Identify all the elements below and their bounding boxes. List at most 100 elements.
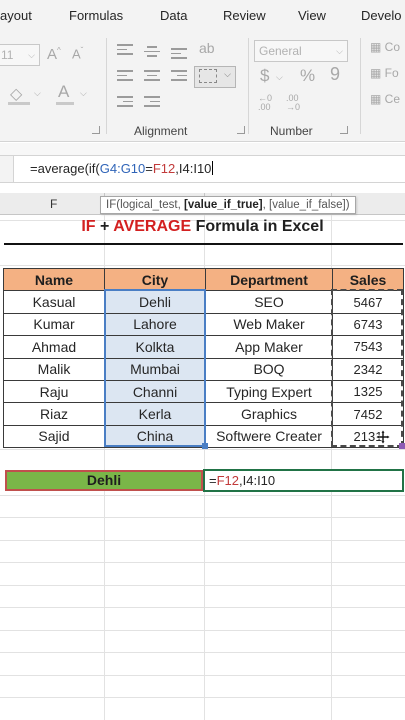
align-middle-icon[interactable] (144, 46, 160, 60)
spacer (0, 183, 405, 193)
criteria-cell[interactable]: Dehli (5, 470, 203, 491)
formula-bar[interactable]: =average(if(G4:G10=F12,I4:I10 (0, 155, 405, 183)
formula-criteria-ref: F12 (152, 161, 176, 176)
cell-styles-button[interactable]: ▦ Ce (370, 92, 400, 106)
formula-prefix: =average(if( (30, 161, 100, 176)
percent-format-button[interactable]: % (300, 66, 315, 86)
text-caret (212, 161, 214, 175)
increase-decimal-icon[interactable]: ←0.00 (258, 94, 272, 112)
font-color-icon[interactable]: A (58, 82, 69, 102)
header-name[interactable]: Name (3, 267, 105, 292)
conditional-formatting-button[interactable]: ▦ Co (370, 40, 400, 54)
comma-format-button[interactable]: 9 (330, 64, 340, 85)
header-city[interactable]: City (104, 267, 206, 292)
cell-name[interactable]: Sajid (3, 424, 105, 449)
number-format-value: General (259, 44, 302, 58)
group-separator (248, 38, 249, 134)
font-size-combo[interactable]: 11 ⌵ (0, 44, 40, 66)
align-right-icon[interactable] (171, 70, 187, 84)
group-separator (360, 38, 361, 134)
increase-indent-icon[interactable] (144, 96, 160, 110)
formula-text[interactable]: =average(if(G4:G10=F12,I4:I10 (30, 161, 214, 176)
grid-line (0, 630, 405, 631)
font-size-value: 11 (1, 48, 14, 62)
cell-name[interactable]: Malik (3, 357, 105, 381)
move-cursor-icon (376, 430, 390, 444)
cell-name[interactable]: Kumar (3, 312, 105, 337)
tab-developer[interactable]: Develo (361, 8, 401, 23)
cell-name[interactable]: Raju (3, 379, 105, 404)
tab-review[interactable]: Review (223, 8, 266, 23)
align-top-icon[interactable] (117, 44, 133, 58)
column-header-f[interactable]: F (50, 197, 57, 211)
currency-format-button[interactable]: $ (260, 66, 269, 86)
orientation-icon[interactable]: ab (199, 40, 215, 56)
formula-operator: = (145, 161, 153, 176)
grid-line (0, 449, 405, 450)
active-cell-editor[interactable]: =F12,I4:I10 (203, 469, 404, 492)
range-highlight-city[interactable] (104, 289, 208, 449)
grid-line (0, 652, 405, 653)
tab-page-layout[interactable]: ayout (0, 8, 32, 23)
number-format-combo[interactable]: General ⌵ (254, 40, 348, 62)
title-underline (4, 243, 403, 245)
cell-department[interactable]: App Maker (205, 335, 333, 359)
ribbon-gap (0, 143, 405, 155)
chevron-down-icon: ⌵ (28, 50, 35, 60)
cell-name[interactable]: Ahmad (3, 335, 105, 359)
header-department[interactable]: Department (205, 267, 333, 292)
cell-department[interactable]: Typing Expert (205, 379, 333, 404)
decrease-indent-icon[interactable] (117, 96, 133, 110)
cell-department[interactable]: Web Maker (205, 312, 333, 337)
number-group-label: Number (270, 124, 313, 138)
align-center-icon[interactable] (144, 70, 160, 84)
tooltip-arg-logical-test[interactable]: logical_test (120, 199, 178, 211)
font-group-launcher-icon[interactable] (92, 126, 100, 134)
chevron-down-icon[interactable]: ⌵ (34, 88, 41, 99)
grid-line (0, 562, 405, 563)
grid-line (0, 697, 405, 698)
chevron-down-icon[interactable]: ⌵ (276, 72, 283, 83)
number-group-launcher-icon[interactable] (340, 126, 348, 134)
chevron-down-icon[interactable]: ⌵ (80, 88, 87, 99)
align-bottom-icon[interactable] (171, 48, 187, 62)
grid-line (0, 675, 405, 676)
tab-formulas[interactable]: Formulas (69, 8, 123, 23)
header-sales[interactable]: Sales (332, 267, 404, 292)
tooltip-close-paren: ) (345, 199, 350, 211)
cell-name[interactable]: Kasual (3, 290, 105, 314)
grid-line (0, 265, 405, 266)
group-separator (106, 38, 107, 134)
tooltip-arg-value-if-false[interactable]: [value_if_false] (269, 199, 346, 211)
tooltip-function-name: IF( (106, 199, 121, 211)
fill-color-icon[interactable]: ◇ (10, 84, 22, 104)
cell-department[interactable]: Graphics (205, 402, 333, 426)
tooltip-arg-value-if-true[interactable]: [value_if_true] (184, 199, 263, 211)
cell-department[interactable]: BOQ (205, 357, 333, 381)
decrease-font-icon[interactable]: Aˇ (72, 46, 83, 61)
title-rest: Formula in Excel (191, 218, 324, 235)
active-cell-criteria-ref: F12 (216, 473, 239, 488)
merge-center-button[interactable]: ⌵ (194, 66, 236, 88)
fill-color-bar (8, 102, 30, 105)
tab-data[interactable]: Data (160, 8, 187, 23)
grid-line (0, 585, 405, 586)
cell-department[interactable]: SEO (205, 290, 333, 314)
tab-view[interactable]: View (298, 8, 326, 23)
align-left-icon[interactable] (117, 70, 133, 84)
ribbon: 11 ⌵ A^ Aˇ ◇ ⌵ A ⌵ ab ⤶ ⌵ Alignment Gene… (0, 32, 405, 142)
title-average: AVERAGE (113, 218, 192, 235)
ribbon-tabs: ayout Formulas Data Review View Develo (0, 0, 405, 32)
alignment-group-launcher-icon[interactable] (237, 126, 245, 134)
cell-name[interactable]: Riaz (3, 402, 105, 426)
sheet-title: IF + AVERAGE Formula in Excel (0, 218, 405, 242)
active-cell-rest: ,I4:I10 (239, 473, 276, 488)
name-box[interactable] (0, 156, 14, 182)
cell-department[interactable]: Softwere Creater (205, 424, 333, 449)
decrease-decimal-icon[interactable]: .00 →0 (286, 94, 300, 112)
increase-font-icon[interactable]: A^ (47, 46, 61, 63)
format-as-table-button[interactable]: ▦ Fo (370, 66, 399, 80)
grid-line (0, 495, 405, 496)
range-highlight-sales[interactable] (331, 289, 405, 449)
grid-line (0, 540, 405, 541)
